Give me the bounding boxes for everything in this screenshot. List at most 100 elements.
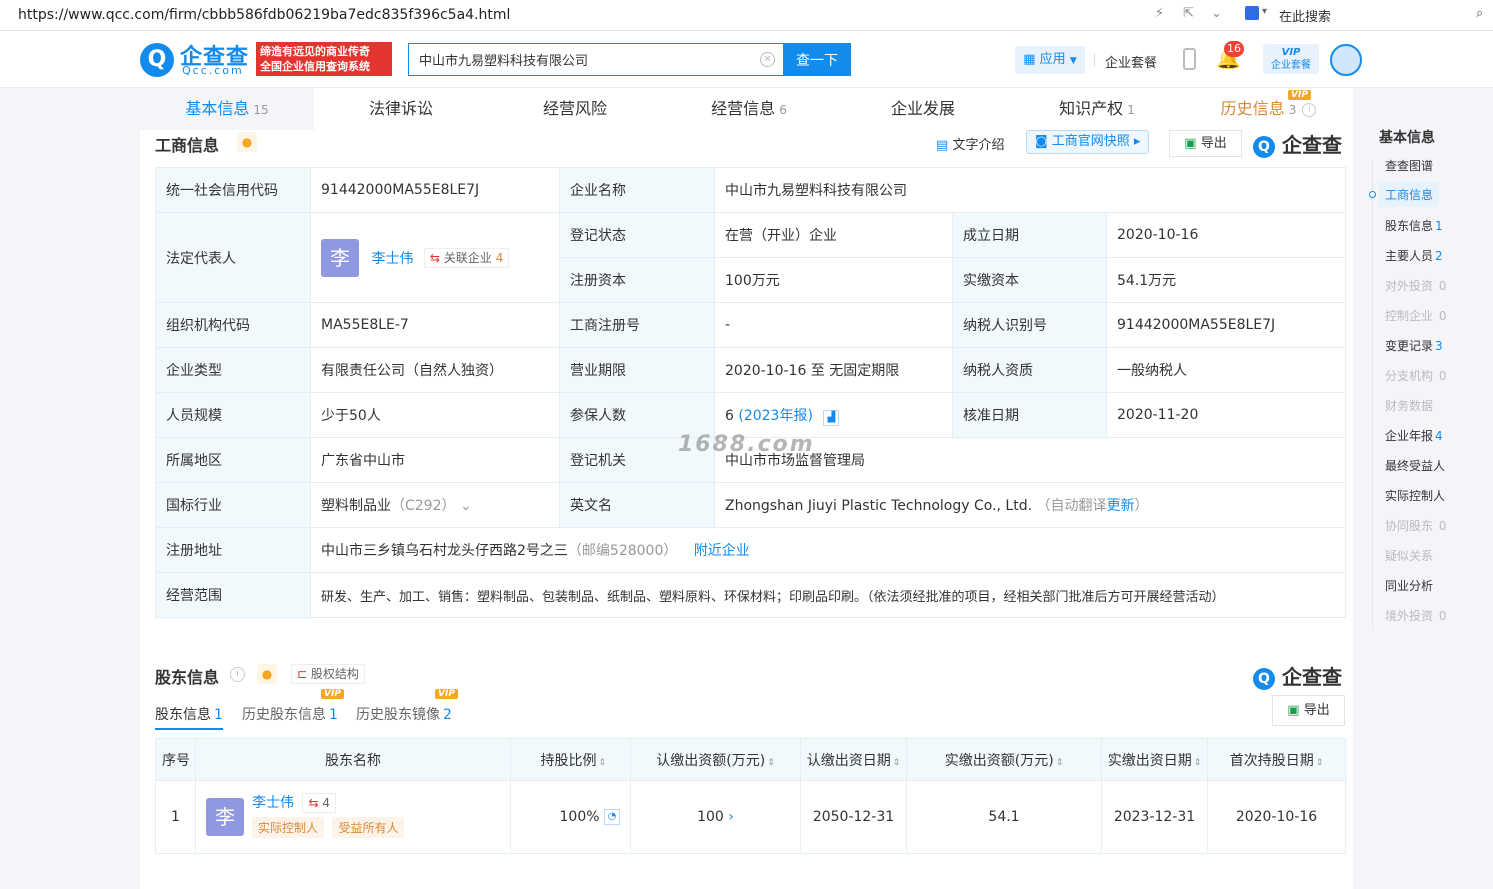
shareholder-avatar[interactable]: 李 xyxy=(206,798,244,836)
related-count-tag[interactable]: ⇆ 4 xyxy=(302,793,336,813)
browser-address-bar: https://www.qcc.com/firm/cbbb586fdb06219… xyxy=(0,0,1493,31)
update-link[interactable]: 更新 xyxy=(1107,498,1135,514)
address-cell: 中山市三乡镇乌石村龙头仔西路2号之三（邮编528000） 附近企业 xyxy=(309,527,1347,573)
qcc-icon: Q xyxy=(1253,667,1275,690)
nav-item-financials[interactable]: 财务数据 xyxy=(1385,397,1433,414)
bell-subscribe-icon[interactable]: ● xyxy=(237,132,257,152)
chevron-down-icon: ⌄ xyxy=(459,498,472,514)
col-subscribed[interactable]: 认缴出资额(万元) ⇕ xyxy=(630,738,801,781)
clear-icon[interactable]: ✕ xyxy=(760,52,775,67)
export-button[interactable]: ▣ 导出 xyxy=(1169,130,1242,157)
legal-rep-link[interactable]: 李士伟 xyxy=(371,251,413,267)
chevron-right-icon: › xyxy=(723,809,734,825)
nav-item-graph[interactable]: 查查图谱 xyxy=(1385,157,1433,174)
browser-search-input[interactable]: 在此搜索 xyxy=(1279,6,1331,25)
legal-rep-avatar[interactable]: 李 xyxy=(321,238,359,277)
tab-development[interactable]: 企业发展 xyxy=(836,88,1010,130)
nearby-companies-link[interactable]: 附近企业 xyxy=(694,543,750,559)
nav-item-suspected-relations[interactable]: 疑似关系 xyxy=(1385,547,1433,564)
nav-item-controlled[interactable]: 控制企业 0 xyxy=(1385,307,1446,324)
scope-value: 研发、生产、加工、销售：塑料制品、包装制品、纸制品、塑料原料、环保材料；印刷品印… xyxy=(309,572,1347,618)
subtab-history-shareholders[interactable]: 历史股东信息 1 xyxy=(242,704,338,724)
en-name-cell: Zhongshan Jiuyi Plastic Technology Co., … xyxy=(713,482,1347,528)
approve-date-label: 核准日期 xyxy=(952,392,1107,438)
nav-item-annual-reports[interactable]: 企业年报 4 xyxy=(1385,427,1443,444)
sort-icon: ⇕ xyxy=(1055,757,1064,768)
user-avatar[interactable] xyxy=(1330,44,1362,76)
nav-item-co-shareholders[interactable]: 协同股东 0 xyxy=(1385,517,1446,534)
nav-item-ultimate-beneficiary[interactable]: 最终受益人 xyxy=(1385,457,1445,474)
slogan-line1: 缔造有远见的商业传奇 xyxy=(260,45,370,58)
reg-status-label: 登记状态 xyxy=(559,212,715,258)
en-name-label: 英文名 xyxy=(559,482,715,528)
col-paid-date[interactable]: 实缴出资日期 ⇕ xyxy=(1101,738,1208,781)
vip-badge: VIP xyxy=(1288,90,1311,100)
right-nav-title: 基本信息 xyxy=(1379,130,1435,146)
col-ratio[interactable]: 持股比例 ⇕ xyxy=(510,738,631,781)
col-subscribed-date[interactable]: 认缴出资日期 ⇕ xyxy=(800,738,907,781)
snapshot-button[interactable]: ◙ 工商官网快照 ▸ xyxy=(1026,130,1150,154)
tab-litigation[interactable]: 法律诉讼 xyxy=(314,88,488,130)
trend-chart-icon[interactable]: ▟ xyxy=(823,409,840,426)
site-header: Q 企查查 Qcc.com 缔造有远见的商业传奇 全国企业信用查询系统 ✕ 查一… xyxy=(0,31,1493,88)
nav-item-key-personnel[interactable]: 主要人员 2 xyxy=(1385,247,1443,264)
tab-operating-risk[interactable]: 经营风险 xyxy=(488,88,662,130)
info-icon[interactable]: i xyxy=(230,667,245,682)
industry-cell[interactable]: 塑料制品业（C292） ⌄ xyxy=(310,482,560,528)
url-text[interactable]: https://www.qcc.com/firm/cbbb586fdb06219… xyxy=(18,7,510,23)
credit-code-label: 统一社会信用代码 xyxy=(155,167,311,213)
subtab-shareholders[interactable]: 股东信息 1 xyxy=(155,704,223,730)
tab-operating-info[interactable]: 经营信息 6 xyxy=(662,88,836,130)
tab-ip[interactable]: 知识产权 1 xyxy=(1010,88,1184,130)
nav-item-investments[interactable]: 对外投资 0 xyxy=(1385,277,1446,294)
structure-icon: ⊏ xyxy=(297,667,308,681)
shareholder-export-button[interactable]: ▣ 导出 xyxy=(1272,695,1345,726)
bell-subscribe-icon[interactable]: ● xyxy=(257,664,277,684)
row-index: 1 xyxy=(155,780,196,854)
nav-item-actual-controller[interactable]: 实际控制人 xyxy=(1385,487,1445,504)
nav-item-business[interactable]: 工商信息 xyxy=(1379,182,1440,207)
subtab-shareholder-mirror[interactable]: 历史股东镜像 2 xyxy=(356,704,452,724)
qcc-logo-icon[interactable]: Q xyxy=(140,43,174,77)
sort-icon: ⇕ xyxy=(1315,757,1324,768)
col-paid[interactable]: 实缴出资额(万元) ⇕ xyxy=(906,738,1102,781)
text-intro-button[interactable]: ▤ 文字介绍 xyxy=(936,134,1004,153)
col-name: 股东名称 xyxy=(195,738,511,781)
vip-plan-button[interactable]: VIP 企业套餐 xyxy=(1263,44,1319,74)
col-first-date[interactable]: 首次持股日期 ⇕ xyxy=(1207,738,1346,781)
mobile-icon[interactable] xyxy=(1183,48,1196,70)
vip-sub-label: 企业套餐 xyxy=(1271,60,1311,71)
equity-structure-button[interactable]: ⊏ 股权结构 xyxy=(291,664,365,684)
related-companies-tag[interactable]: ⇆ 关联企业 4 xyxy=(423,247,510,268)
shareholder-name-link[interactable]: 李士伟 xyxy=(252,795,294,811)
annual-report-link[interactable]: (2023年报) xyxy=(738,408,813,424)
pie-chart-icon[interactable]: ◔ xyxy=(604,809,620,825)
nav-item-branches[interactable]: 分支机构 0 xyxy=(1385,367,1446,384)
tab-basic-info[interactable]: 基本信息 15 xyxy=(140,88,314,130)
chevron-down-icon[interactable]: ⌄ xyxy=(1211,6,1222,21)
slogan-line2: 全国企业信用查询系统 xyxy=(260,60,370,73)
app-menu-button[interactable]: ▦ 应用 ▼ xyxy=(1015,46,1085,74)
search-engine-icon[interactable] xyxy=(1245,6,1259,20)
nav-item-changes[interactable]: 变更记录 3 xyxy=(1385,337,1443,354)
qcc-icon: Q xyxy=(1253,135,1275,158)
share-icon[interactable]: ⇱ xyxy=(1183,6,1194,21)
search-input[interactable] xyxy=(409,44,739,75)
business-info-title: 工商信息 xyxy=(155,136,220,155)
magnifier-icon[interactable]: ⌕ xyxy=(1476,6,1483,21)
taxpayer-id-label: 纳税人识别号 xyxy=(952,302,1107,348)
excel-icon: ▣ xyxy=(1184,136,1197,151)
nav-item-peer-analysis[interactable]: 同业分析 xyxy=(1385,577,1433,594)
vip-badge: VIP xyxy=(321,689,344,699)
subscribed-cell[interactable]: 100 › xyxy=(630,780,801,854)
taxpayer-qual-label: 纳税人资质 xyxy=(952,347,1107,393)
nav-item-overseas-investment[interactable]: 境外投资 0 xyxy=(1385,607,1446,624)
lightning-icon[interactable]: ⚡ xyxy=(1155,6,1164,21)
excel-icon: ▣ xyxy=(1287,703,1300,718)
engine-dropdown-icon[interactable]: ▾ xyxy=(1262,6,1267,17)
tab-history[interactable]: 历史信息 3 i xyxy=(1184,88,1353,130)
reg-capital-value: 100万元 xyxy=(714,257,953,303)
enterprise-plan-link[interactable]: 企业套餐 xyxy=(1105,52,1157,71)
nav-item-shareholders[interactable]: 股东信息 1 xyxy=(1385,217,1443,234)
search-button[interactable]: 查一下 xyxy=(783,43,851,76)
